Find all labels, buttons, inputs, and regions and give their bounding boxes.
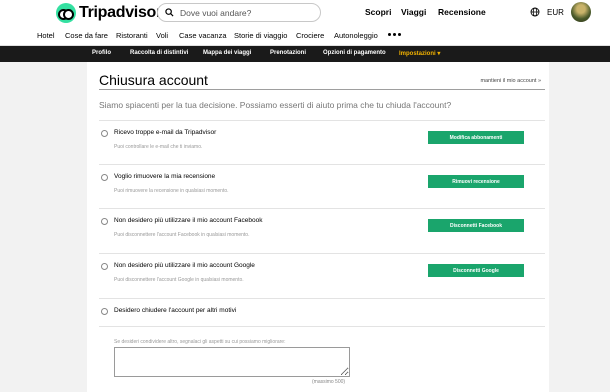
page-subtitle: Siamo spiacenti per la tua decisione. Po… [99, 100, 452, 110]
disconnect-google-button[interactable]: Disconnetti Google [428, 264, 524, 277]
more-options-icon[interactable] [388, 33, 401, 36]
account-nav-pagamento[interactable]: Opzioni di pagamento [323, 50, 386, 56]
category-case-vacanza[interactable]: Case vacanza [179, 31, 227, 40]
feedback-textarea[interactable] [114, 347, 350, 377]
radio-other[interactable] [101, 308, 108, 315]
owl-logo-icon [56, 3, 76, 23]
account-nav-profilo[interactable]: Profilo [92, 50, 111, 56]
row-divider [99, 326, 545, 327]
radio-google[interactable] [101, 263, 108, 270]
radio-facebook[interactable] [101, 218, 108, 225]
radio-review[interactable] [101, 174, 108, 181]
option-hint: Puoi disconnettere l'account Facebook in… [114, 232, 250, 238]
category-storie-di-viaggio[interactable]: Storie di viaggio [234, 31, 287, 40]
search-input[interactable] [180, 7, 310, 18]
account-nav-distintivi[interactable]: Raccolta di distintivi [130, 50, 188, 56]
top-header: Tripadvisor Scopri Viaggi Recensione EUR [0, 0, 610, 26]
option-label: Voglio rimuovere la mia recensione [114, 173, 216, 180]
keep-account-link[interactable]: mantieni il mio account » [480, 78, 541, 84]
remove-review-button[interactable]: Rimuovi recensione [428, 175, 524, 188]
search-icon [165, 8, 174, 17]
row-divider [99, 164, 545, 165]
option-label: Desidero chiudere l'account per altri mo… [114, 307, 237, 314]
option-label: Non desidero più utilizzare il mio accou… [114, 217, 263, 224]
nav-viaggi[interactable]: Viaggi [401, 7, 426, 17]
category-ristoranti[interactable]: Ristoranti [116, 31, 148, 40]
user-avatar[interactable] [571, 2, 591, 22]
search-box[interactable] [157, 3, 321, 22]
logo-text: Tripadvisor [79, 4, 162, 21]
nav-recensione[interactable]: Recensione [438, 7, 486, 17]
account-nav: Profilo Raccolta di distintivi Mappa dei… [0, 46, 610, 62]
title-divider [99, 89, 545, 90]
row-divider [99, 298, 545, 299]
category-hotel[interactable]: Hotel [37, 31, 55, 40]
disconnect-facebook-button[interactable]: Disconnetti Facebook [428, 219, 524, 232]
category-cose-da-fare[interactable]: Cose da fare [65, 31, 108, 40]
feedback-max-chars: (massimo 500) [312, 379, 346, 385]
category-bar: Hotel Cose da fare Ristoranti Voli Case … [0, 26, 610, 46]
manage-subscriptions-button[interactable]: Modifica abbonamenti [428, 131, 524, 144]
row-divider [99, 208, 545, 209]
page-title: Chiusura account [99, 72, 208, 88]
currency-selector[interactable]: EUR [547, 8, 564, 17]
option-label: Non desidero più utilizzare il mio accou… [114, 262, 255, 269]
option-hint: Puoi disconnettere l'account Google in q… [114, 277, 244, 283]
nav-scopri[interactable]: Scopri [365, 7, 391, 17]
tripadvisor-logo[interactable]: Tripadvisor [56, 3, 162, 23]
category-autonoleggio[interactable]: Autonoleggio [334, 31, 378, 40]
account-nav-prenotazioni[interactable]: Prenotazioni [270, 50, 306, 56]
row-divider [99, 120, 545, 121]
globe-icon[interactable] [530, 7, 540, 17]
account-nav-impostazioni[interactable]: Impostazioni ▾ [399, 50, 440, 57]
feedback-hint: Se desideri condividere altro, segnalaci… [114, 339, 286, 345]
option-label: Ricevo troppe e-mail da Tripadvisor [114, 129, 217, 136]
account-nav-mappa[interactable]: Mappa dei viaggi [203, 50, 251, 56]
radio-emails[interactable] [101, 130, 108, 137]
option-hint: Puoi controllare le e-mail che ti inviam… [114, 144, 203, 150]
option-hint: Puoi rimuovere la recensione in qualsias… [114, 188, 229, 194]
close-account-panel: Chiusura account mantieni il mio account… [87, 62, 549, 392]
category-crociere[interactable]: Crociere [296, 31, 324, 40]
category-voli[interactable]: Voli [156, 31, 168, 40]
row-divider [99, 253, 545, 254]
